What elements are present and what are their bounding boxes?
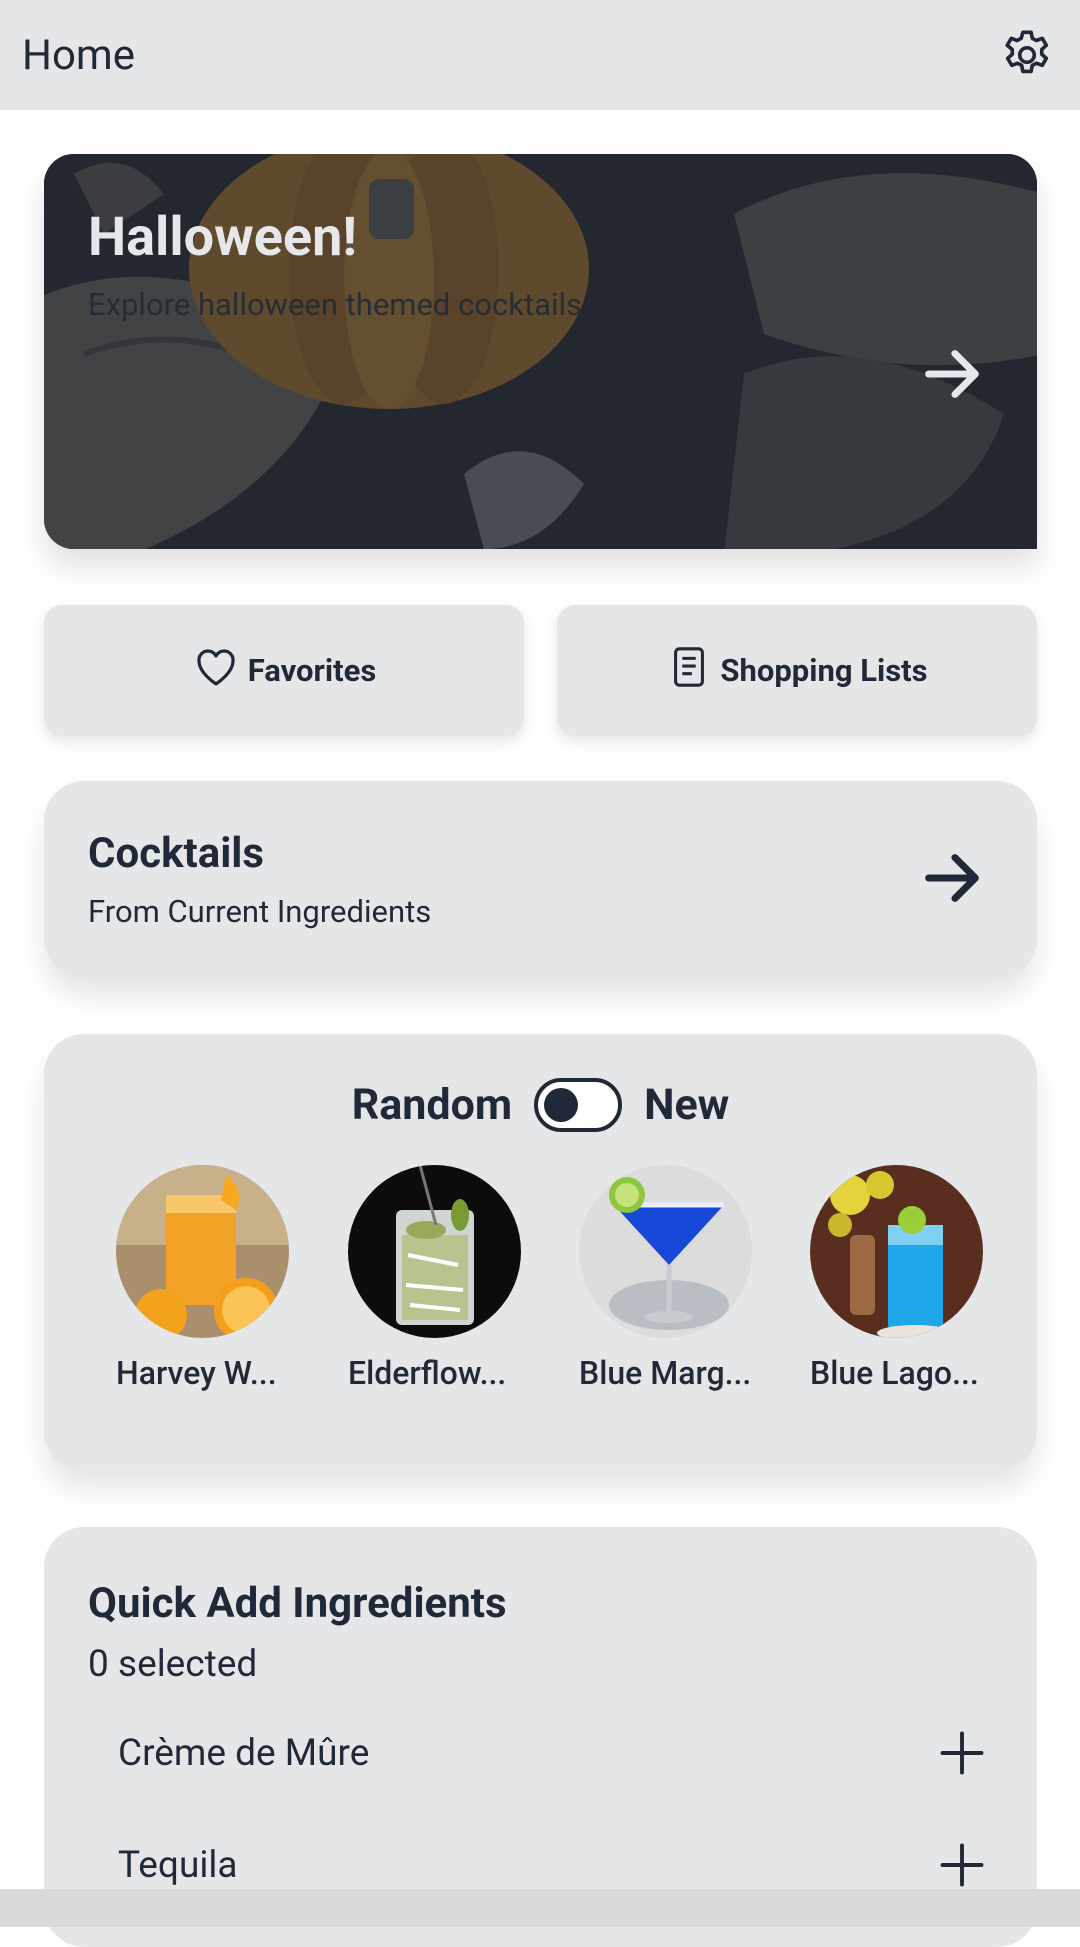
favorites-label: Favorites (247, 652, 377, 689)
random-label: Random (351, 1080, 513, 1130)
bottom-navigation-edge (0, 1889, 1080, 1927)
top-app-bar: Home (0, 0, 1080, 110)
drink-item[interactable]: Blue Marg... (579, 1165, 759, 1392)
ingredient-row[interactable]: Tequila (118, 1839, 988, 1891)
drink-name: Elderflow... (348, 1354, 507, 1392)
drink-name: Blue Marg... (579, 1354, 752, 1392)
drink-image-mojito (348, 1165, 521, 1338)
drink-name: Harvey W... (116, 1354, 277, 1392)
ingredient-row[interactable]: Crème de Mûre (118, 1727, 988, 1779)
featured-halloween-banner[interactable]: Halloween! Explore halloween themed cock… (44, 154, 1037, 549)
selected-count: 0 selected (88, 1643, 258, 1686)
arrow-right-icon[interactable] (917, 339, 987, 409)
plus-icon[interactable] (936, 1727, 988, 1779)
drink-image-blue-margarita (579, 1165, 752, 1338)
cocktails-from-ingredients-card[interactable]: Cocktails From Current Ingredients (44, 781, 1037, 978)
shopping-lists-label: Shopping Lists (720, 652, 928, 689)
drink-item[interactable]: Blue Lago... (810, 1165, 990, 1392)
document-icon (666, 642, 712, 700)
drink-image-orange-juice (116, 1165, 289, 1338)
quick-add-title: Quick Add Ingredients (88, 1579, 507, 1628)
drink-item[interactable]: Elderflow... (348, 1165, 528, 1392)
heart-icon (192, 643, 240, 699)
banner-title: Halloween! (88, 206, 357, 269)
shopping-lists-button[interactable]: Shopping Lists (557, 605, 1037, 736)
drink-image-blue-lagoon (810, 1165, 983, 1338)
cocktails-subtitle: From Current Ingredients (88, 893, 432, 930)
discover-cocktails-card: Random New Harvey W... Elderflow... Blue… (44, 1034, 1037, 1471)
ingredient-name: Tequila (118, 1843, 238, 1887)
drink-item[interactable]: Harvey W... (116, 1165, 296, 1392)
new-label: New (644, 1080, 730, 1130)
banner-subtitle: Explore halloween themed cocktails (88, 286, 583, 323)
switch-knob (544, 1088, 579, 1122)
plus-icon[interactable] (936, 1839, 988, 1891)
page-title: Home (22, 30, 136, 80)
quick-add-ingredients-card: Quick Add Ingredients 0 selected Crème d… (44, 1527, 1037, 1947)
random-new-toggle-row: Random New (44, 1078, 1037, 1132)
cocktails-title: Cocktails (88, 829, 264, 878)
gear-icon[interactable] (996, 24, 1058, 86)
random-new-switch[interactable] (534, 1078, 623, 1132)
favorites-button[interactable]: Favorites (44, 605, 524, 736)
ingredient-name: Crème de Mûre (118, 1731, 370, 1775)
arrow-right-icon[interactable] (917, 843, 987, 913)
drink-name: Blue Lago... (810, 1354, 979, 1392)
